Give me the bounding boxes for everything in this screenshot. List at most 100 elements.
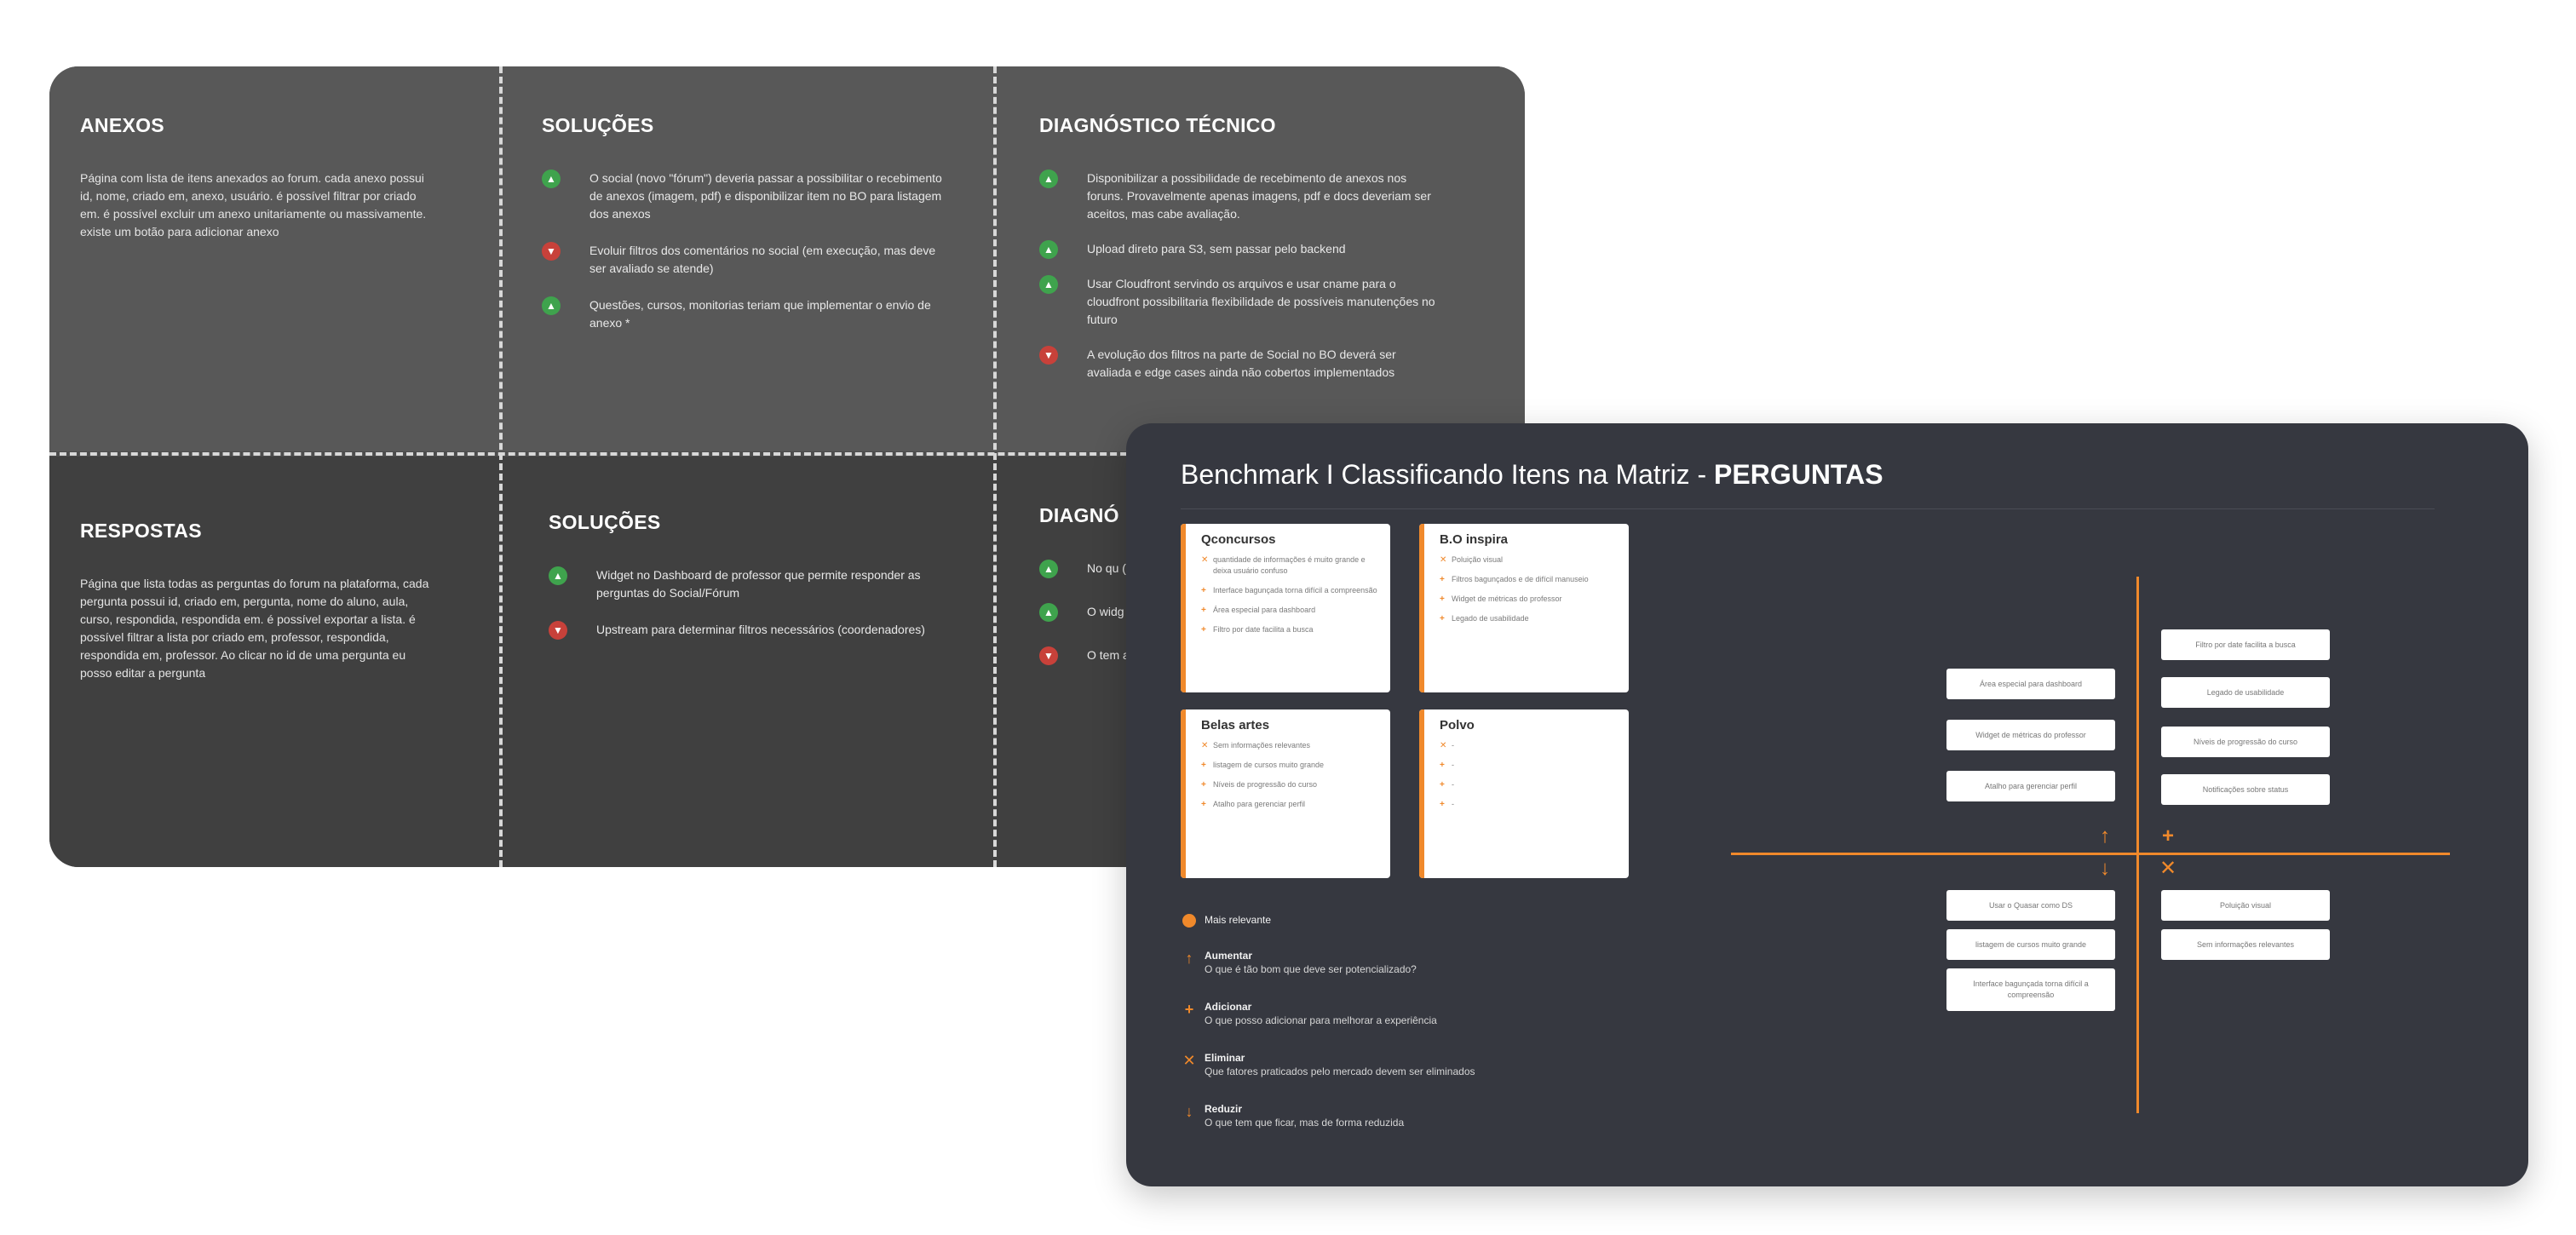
competitor-note: ✕ - bbox=[1440, 740, 1619, 751]
competitor-note-text: - bbox=[1452, 780, 1454, 789]
competitor-card: Belas artes ✕ Sem informações relevantes + l… bbox=[1181, 709, 1390, 878]
solution-text: Upstream para determinar filtros necessá… bbox=[596, 623, 925, 636]
competitor-name: Polvo bbox=[1440, 718, 1475, 732]
competitor-note-text: listagem de cursos muito grande bbox=[1213, 761, 1325, 769]
cross-icon: ✕ bbox=[1182, 1052, 1196, 1069]
card-accent-bar bbox=[1181, 524, 1186, 692]
competitor-note: + - bbox=[1440, 799, 1619, 810]
plus-icon: + bbox=[1201, 606, 1206, 615]
matrix-item: Área especial para dashboard bbox=[1946, 669, 2115, 699]
solution-item: ▲ Usar Cloudfront servindo os arquivos e … bbox=[1039, 275, 1440, 329]
legend-description: O que posso adicionar para melhorar a ex… bbox=[1205, 1014, 1437, 1026]
matrix-item: Widget de métricas do professor bbox=[1946, 720, 2115, 750]
anexos-title: ANEXOS bbox=[80, 114, 164, 136]
matrix-item: Sem informações relevantes bbox=[2161, 929, 2330, 960]
arrow-down-icon: ↓ bbox=[2100, 857, 2110, 880]
competitor-note: ✕ Poluição visual bbox=[1440, 554, 1619, 566]
thumbs-up-icon: ▲ bbox=[542, 296, 561, 315]
competitor-note-text: Poluição visual bbox=[1452, 555, 1504, 564]
column-divider-1 bbox=[499, 66, 503, 867]
diagnostico-top-cell: DIAGNÓSTICO TÉCNICO ▲ Disponibilizar a po… bbox=[1039, 114, 1440, 399]
plus-icon: + bbox=[1201, 780, 1206, 790]
competitor-note: + - bbox=[1440, 760, 1619, 771]
benchmark-title-bold: PERGUNTAS bbox=[1714, 459, 1883, 490]
solucoes-bottom-cell: SOLUÇÕES ▲ Widget no Dashboard de profess… bbox=[549, 511, 949, 658]
card-accent-bar bbox=[1181, 709, 1186, 878]
thumbs-up-icon: ▲ bbox=[1039, 169, 1058, 188]
matrix-item: Poluição visual bbox=[2161, 890, 2330, 921]
matrix-item: Interface bagunçada torna difícil a comp… bbox=[1946, 968, 2115, 1011]
card-accent-bar bbox=[1419, 524, 1424, 692]
competitor-name: B.O inspira bbox=[1440, 532, 1509, 547]
respostas-description: Página que lista todas as perguntas do f… bbox=[80, 577, 429, 680]
plus-icon: + bbox=[1440, 761, 1445, 770]
diagnostico-top-title: DIAGNÓSTICO TÉCNICO bbox=[1039, 114, 1276, 136]
legend-relevant-label: Mais relevante bbox=[1205, 914, 1272, 926]
benchmark-title-prefix: Benchmark I Classificando Itens na Matri… bbox=[1181, 459, 1715, 490]
solution-item: ▲ Widget no Dashboard de professor que pe… bbox=[549, 566, 949, 602]
thumbs-up-icon: ▲ bbox=[1039, 603, 1058, 622]
plus-icon: + bbox=[1201, 625, 1206, 635]
competitor-note-text: - bbox=[1452, 800, 1454, 808]
plus-icon: + bbox=[1440, 595, 1445, 604]
competitor-note: + Filtro por date facilita a busca bbox=[1201, 624, 1380, 635]
competitor-note: + Legado de usabilidade bbox=[1440, 613, 1619, 624]
competitor-name: Belas artes bbox=[1201, 718, 1270, 732]
plus-icon: + bbox=[1184, 1001, 1194, 1018]
arrow-up-icon: ↑ bbox=[2100, 824, 2110, 847]
matrix-vertical-axis bbox=[2136, 577, 2139, 1113]
solution-item: ▼ Upstream para determinar filtros necess… bbox=[549, 621, 949, 640]
plus-icon: + bbox=[1440, 800, 1445, 809]
thumbs-up-icon: ▲ bbox=[1039, 240, 1058, 259]
thumbs-up-icon: ▲ bbox=[1039, 560, 1058, 578]
competitor-note-text: Sem informações relevantes bbox=[1213, 741, 1311, 750]
competitor-notes: ✕ Sem informações relevantes + listagem de … bbox=[1201, 740, 1380, 819]
thumbs-up-icon: ▲ bbox=[1039, 275, 1058, 294]
thumbs-down-icon: ▼ bbox=[1039, 646, 1058, 665]
solution-text: Questões, cursos, monitorias teriam que … bbox=[589, 298, 931, 330]
legend-description: O que tem que ficar, mas de forma reduzi… bbox=[1205, 1117, 1405, 1129]
solution-item: ▲ O social (novo "fórum") deveria passar … bbox=[542, 169, 942, 223]
solution-text: A evolução dos filtros na parte de Socia… bbox=[1087, 348, 1396, 379]
plus-icon: + bbox=[1201, 761, 1206, 770]
cross-icon: ✕ bbox=[1440, 555, 1447, 565]
solution-item: ▲ Disponibilizar a possibilidade de receb… bbox=[1039, 169, 1440, 223]
thumbs-down-icon: ▼ bbox=[542, 242, 561, 261]
thumbs-down-icon: ▼ bbox=[1039, 346, 1058, 365]
competitor-note: ✕ Sem informações relevantes bbox=[1201, 740, 1380, 751]
competitor-note-text: Legado de usabilidade bbox=[1452, 614, 1529, 623]
competitor-name: Qconcursos bbox=[1201, 532, 1276, 547]
cross-icon: ✕ bbox=[1440, 741, 1447, 750]
plus-icon: + bbox=[2161, 824, 2174, 847]
competitor-card: B.O inspira ✕ Poluição visual + Filtros bagu… bbox=[1419, 524, 1629, 692]
title-divider bbox=[1181, 508, 2435, 509]
cross-icon: ✕ bbox=[1201, 555, 1209, 565]
thumbs-up-icon: ▲ bbox=[542, 169, 561, 188]
matrix-item: Notificações sobre status bbox=[2161, 774, 2330, 805]
benchmark-panel: Benchmark I Classificando Itens na Matri… bbox=[1126, 423, 2528, 1186]
solution-text: O social (novo "fórum") deveria passar a… bbox=[589, 171, 942, 221]
competitor-note-text: Filtros bagunçados e de difícil manuseio bbox=[1452, 575, 1589, 583]
legend-title: Aumentar bbox=[1205, 950, 1253, 962]
competitor-note: + Interface bagunçada torna difícil a com… bbox=[1201, 585, 1380, 596]
relevant-dot-icon bbox=[1182, 914, 1196, 928]
solution-text: Widget no Dashboard de professor que per… bbox=[596, 568, 921, 600]
competitor-note-text: quantidade de informações é muito grande… bbox=[1213, 555, 1366, 575]
solucoes-top-cell: SOLUÇÕES ▲ O social (novo "fórum") deveri… bbox=[542, 114, 942, 351]
solucoes-bottom-list: ▲ Widget no Dashboard de professor que pe… bbox=[549, 566, 949, 640]
solution-text: Evoluir filtros dos comentários no socia… bbox=[589, 244, 936, 275]
plus-icon: + bbox=[1201, 800, 1206, 809]
solucoes-top-list: ▲ O social (novo "fórum") deveria passar … bbox=[542, 169, 942, 332]
solution-text: Disponibilizar a possibilidade de recebi… bbox=[1087, 171, 1431, 221]
competitor-note: + listagem de cursos muito grande bbox=[1201, 760, 1380, 771]
legend-title: Reduzir bbox=[1205, 1103, 1243, 1115]
competitor-note: + Níveis de progressão do curso bbox=[1201, 779, 1380, 790]
competitor-note: + Área especial para dashboard bbox=[1201, 605, 1380, 616]
solution-text: Usar Cloudfront servindo os arquivos e u… bbox=[1087, 277, 1435, 326]
arrow-up-icon: ↑ bbox=[1185, 950, 1193, 967]
matrix-horizontal-axis bbox=[1731, 853, 2450, 855]
competitor-note-text: Interface bagunçada torna difícil a comp… bbox=[1213, 586, 1377, 595]
legend-description: O que é tão bom que deve ser potencializ… bbox=[1205, 963, 1417, 975]
thumbs-down-icon: ▼ bbox=[549, 621, 567, 640]
matrix-item: listagem de cursos muito grande bbox=[1946, 929, 2115, 960]
